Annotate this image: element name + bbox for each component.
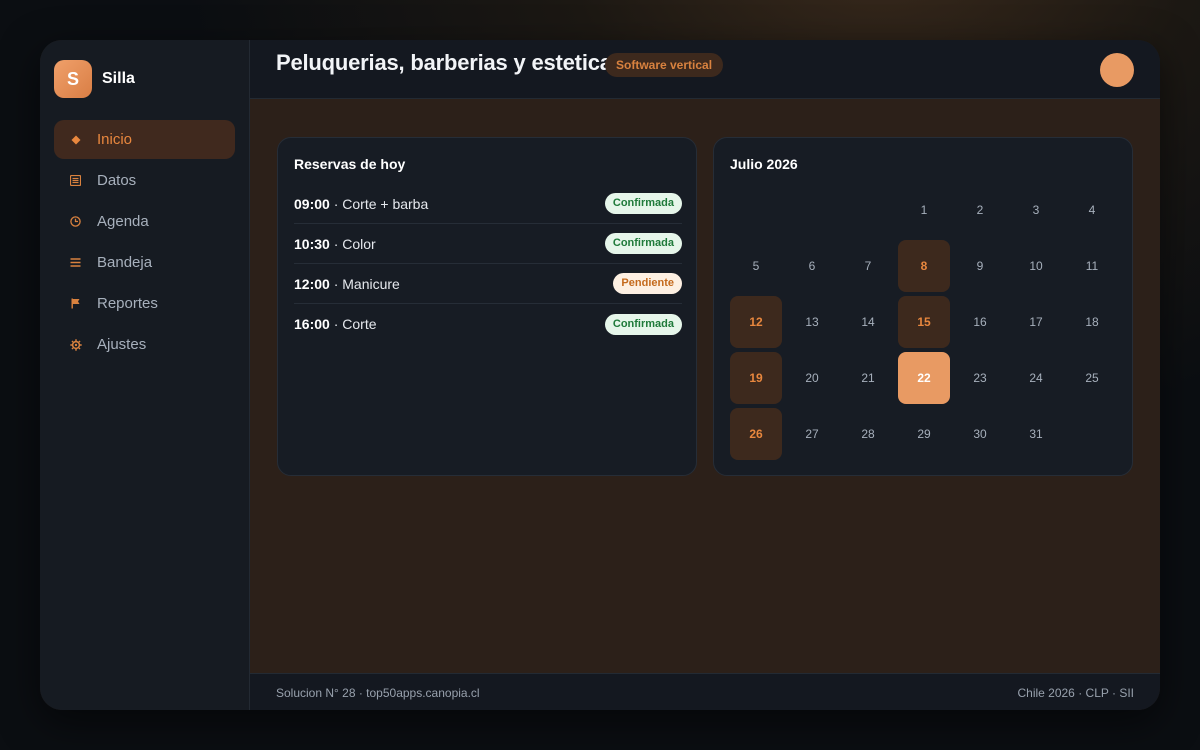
sidebar-item-agenda[interactable]: Agenda — [54, 202, 235, 241]
booking-text: 09:00 · Corte + barba — [294, 196, 428, 212]
calendar-day[interactable]: 12 — [730, 296, 782, 348]
sidebar-item-inicio[interactable]: Inicio — [54, 120, 235, 159]
booking-service: · Corte + barba — [329, 195, 429, 212]
booking-text: 12:00 · Manicure — [294, 276, 400, 292]
calendar-day-today[interactable]: 22 — [898, 352, 950, 404]
app-window: S Silla Inicio Datos Agenda Bandeja Repo… — [40, 40, 1160, 710]
calendar-day[interactable]: 26 — [730, 408, 782, 460]
calendar-day[interactable]: 24 — [1010, 352, 1062, 404]
calendar-day[interactable]: 13 — [786, 296, 838, 348]
list-item[interactable]: 12:00 · Manicure Pendiente — [294, 264, 682, 304]
calendar-day[interactable]: 8 — [898, 240, 950, 292]
calendar-day[interactable]: 5 — [730, 240, 782, 292]
calendar-day[interactable]: 28 — [842, 408, 894, 460]
status-badge: Pendiente — [613, 273, 682, 294]
brand-logo: S — [54, 60, 92, 98]
calendar-day[interactable]: 7 — [842, 240, 894, 292]
calendar-day[interactable]: 14 — [842, 296, 894, 348]
calendar-card: Julio 2026 1 2 3 4 5 6 7 8 9 10 11 12 13 14 15 16 17 18 19… — [713, 137, 1133, 476]
calendar-day[interactable]: 21 — [842, 352, 894, 404]
brand[interactable]: S Silla — [54, 60, 135, 98]
sidebar-item-label: Reportes — [97, 295, 158, 312]
calendar-day[interactable]: 2 — [954, 184, 1006, 236]
booking-service: · Corte — [329, 316, 377, 332]
calendar-day[interactable]: 11 — [1066, 240, 1118, 292]
page-title: Peluquerias, barberias y estetica — [276, 50, 612, 75]
calendar-day[interactable]: 4 — [1066, 184, 1118, 236]
status-badge: Confirmada — [604, 313, 682, 335]
footer-locale-info: Chile 2026 · CLP · SII — [1017, 686, 1134, 700]
calendar-day[interactable]: 6 — [786, 240, 838, 292]
sidebar: S Silla Inicio Datos Agenda Bandeja Repo… — [40, 40, 250, 710]
top-header: Peluquerias, barberias y estetica Softwa… — [250, 40, 1160, 99]
list-item[interactable]: 10:30 · Color Confirmada — [294, 224, 682, 264]
sidebar-item-label: Agenda — [97, 213, 149, 230]
list-item[interactable]: 16:00 · Corte Confirmada — [294, 304, 682, 344]
list-icon — [69, 174, 82, 187]
sidebar-item-ajustes[interactable]: Ajustes — [54, 325, 235, 364]
calendar-day[interactable]: 9 — [954, 240, 1006, 292]
status-badge: Confirmada — [604, 233, 682, 254]
category-badge: Software vertical — [605, 53, 724, 77]
booking-time: 12:00 — [294, 275, 330, 292]
calendar-day[interactable]: 17 — [1010, 296, 1062, 348]
gear-icon — [69, 338, 82, 351]
calendar-day[interactable]: 29 — [898, 408, 950, 460]
calendar-day[interactable]: 23 — [954, 352, 1006, 404]
sidebar-item-label: Datos — [97, 172, 137, 189]
list-item[interactable]: 09:00 · Corte + barba Confirmada — [294, 184, 682, 224]
booking-service: · Color — [329, 235, 376, 252]
booking-service: · Manicure — [329, 275, 400, 292]
booking-time: 10:30 — [294, 235, 330, 252]
sidebar-item-label: Bandeja — [97, 254, 153, 271]
bookings-title: Reservas de hoy — [294, 156, 406, 172]
booking-text: 16:00 · Corte — [294, 316, 377, 332]
calendar-day[interactable]: 18 — [1066, 296, 1118, 348]
booking-time: 16:00 — [294, 316, 330, 332]
flag-icon — [69, 297, 82, 310]
calendar-day[interactable]: 31 — [1010, 408, 1062, 460]
sidebar-item-label: Ajustes — [97, 336, 147, 353]
calendar-day[interactable]: 15 — [898, 296, 950, 348]
sidebar-item-reportes[interactable]: Reportes — [54, 284, 235, 323]
calendar-day[interactable]: 19 — [730, 352, 782, 404]
calendar-blank — [786, 184, 838, 236]
calendar-blank — [842, 184, 894, 236]
brand-name: Silla — [102, 70, 135, 87]
footer-solution-info: Solucion N° 28 · top50apps.canopia.cl — [276, 686, 480, 700]
calendar-day[interactable]: 16 — [954, 296, 1006, 348]
calendar-day[interactable]: 1 — [898, 184, 950, 236]
calendar-grid: 1 2 3 4 5 6 7 8 9 10 11 12 13 14 15 16 17 18 19 20 21 22 23 24 2… — [730, 184, 1118, 460]
sidebar-item-bandeja[interactable]: Bandeja — [54, 243, 235, 282]
avatar[interactable] — [1100, 53, 1134, 87]
sidebar-item-label: Inicio — [97, 131, 133, 148]
booking-text: 10:30 · Color — [294, 236, 376, 252]
calendar-title: Julio 2026 — [730, 156, 798, 172]
clock-icon — [69, 215, 82, 228]
calendar-day[interactable]: 25 — [1066, 352, 1118, 404]
calendar-day[interactable]: 10 — [1010, 240, 1062, 292]
calendar-day[interactable]: 27 — [786, 408, 838, 460]
status-badge: Confirmada — [604, 193, 682, 214]
footer: Solucion N° 28 · top50apps.canopia.cl Ch… — [250, 673, 1160, 710]
bookings-list: 09:00 · Corte + barba Confirmada 10:30 ·… — [294, 184, 682, 344]
diamond-icon — [69, 133, 82, 146]
calendar-day[interactable]: 30 — [954, 408, 1006, 460]
calendar-blank — [730, 184, 782, 236]
calendar-day[interactable]: 20 — [786, 352, 838, 404]
menu-icon — [69, 256, 82, 269]
bookings-card: Reservas de hoy 09:00 · Corte + barba Co… — [277, 137, 697, 476]
sidebar-item-datos[interactable]: Datos — [54, 161, 235, 200]
booking-time: 09:00 — [294, 195, 330, 212]
sidebar-nav: Inicio Datos Agenda Bandeja Reportes Aju… — [54, 120, 235, 366]
calendar-day[interactable]: 3 — [1010, 184, 1062, 236]
